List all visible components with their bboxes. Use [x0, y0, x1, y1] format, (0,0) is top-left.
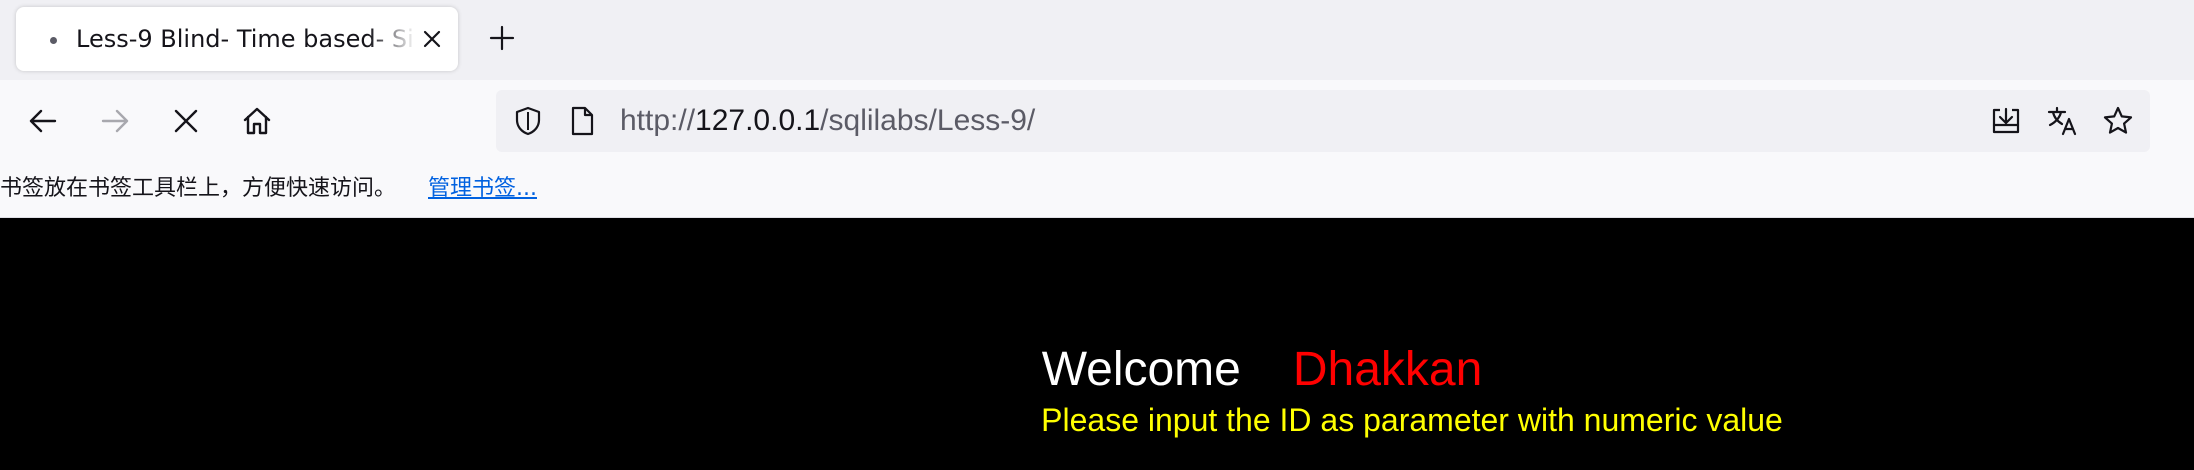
stop-icon[interactable] — [164, 99, 208, 143]
plus-icon[interactable] — [484, 20, 520, 56]
star-icon[interactable] — [2102, 105, 2134, 137]
close-icon[interactable] — [420, 27, 444, 51]
home-icon[interactable] — [235, 99, 279, 143]
active-tab[interactable]: Less-9 Blind- Time based- Single Quotes-… — [16, 7, 458, 71]
save-to-pocket-icon[interactable] — [1990, 105, 2022, 137]
page-icon[interactable] — [566, 105, 598, 137]
url-host: 127.0.0.1 — [695, 104, 821, 137]
loading-dot-icon — [50, 37, 57, 44]
nav-bar: http://127.0.0.1/sqlilabs/Less-9/ — [0, 80, 2194, 162]
bookmarks-bar: 书签放在书签工具栏上，方便快速访问。 管理书签... — [0, 162, 2194, 218]
forward-arrow-icon[interactable] — [93, 99, 137, 143]
url-scheme: http:// — [620, 104, 696, 137]
shield-icon[interactable] — [512, 105, 544, 137]
translate-icon[interactable] — [2046, 105, 2078, 137]
page-content: Welcome Dhakkan Please input the ID as pa… — [0, 218, 2194, 470]
url-text[interactable]: http://127.0.0.1/sqlilabs/Less-9/ — [620, 103, 1035, 139]
welcome-text: Welcome — [1041, 343, 1241, 396]
tab-title: Less-9 Blind- Time based- Single Quotes-… — [76, 25, 416, 53]
url-bar[interactable]: http://127.0.0.1/sqlilabs/Less-9/ — [496, 90, 2150, 152]
instruction-text: Please input the ID as parameter with nu… — [1041, 402, 1783, 438]
back-arrow-icon[interactable] — [21, 99, 65, 143]
manage-bookmarks-link[interactable]: 管理书签... — [428, 173, 537, 205]
tab-strip: Less-9 Blind- Time based- Single Quotes-… — [0, 0, 2194, 80]
welcome-heading: Welcome Dhakkan — [0, 340, 2194, 400]
user-name: Dhakkan — [1292, 343, 1483, 396]
bookmarks-hint: 书签放在书签工具栏上，方便快速访问。 — [0, 176, 397, 201]
url-path: /sqlilabs/Less-9/ — [820, 104, 1036, 137]
